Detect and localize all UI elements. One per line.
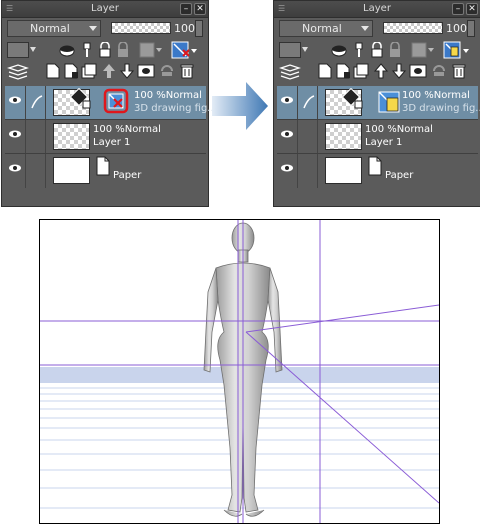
lock-icon[interactable]: [369, 42, 385, 58]
3d-figure-icon: [70, 88, 91, 109]
panel-titlebar[interactable]: ☰ Layer – ✕: [2, 1, 208, 18]
opacity-slider[interactable]: [111, 22, 171, 34]
layer-opacity-mode: 100 %Normal: [365, 124, 433, 135]
new-vector-layer-icon[interactable]: [63, 63, 79, 79]
layer-row-layer1[interactable]: 100 %Normal Layer 1: [5, 120, 206, 154]
new-folder-icon[interactable]: [81, 63, 97, 79]
lock-alpha-icon[interactable]: [115, 42, 131, 58]
layer-panel-before: ☰ Layer – ✕ Normal 100 100 %Normal 3D dr…: [1, 0, 217, 207]
right-arrow-icon: [212, 82, 268, 130]
close-icon[interactable]: ✕: [466, 3, 478, 15]
layer-row-3d-figure[interactable]: 100 %Normal 3D drawing fig...: [277, 86, 480, 120]
opacity-value[interactable]: 100: [174, 20, 195, 37]
merge-down-icon[interactable]: [119, 63, 135, 79]
ruler-3d-icon[interactable]: [377, 90, 401, 114]
ruler-icon[interactable]: [159, 63, 175, 79]
layer-row-paper[interactable]: Paper: [277, 154, 478, 188]
chevron-down-icon[interactable]: [302, 47, 308, 52]
merge-down-icon[interactable]: [391, 63, 407, 79]
opacity-value[interactable]: 100: [446, 20, 467, 37]
3d-figure-view[interactable]: [40, 220, 439, 523]
delete-icon[interactable]: [451, 63, 467, 79]
layer-stack-icon[interactable]: [7, 64, 29, 80]
pen-icon: [31, 95, 43, 109]
ruler-icon[interactable]: [431, 63, 447, 79]
paper-icon: [96, 156, 110, 176]
transfer-down-icon[interactable]: [101, 63, 117, 79]
blend-mode-select[interactable]: Normal: [279, 20, 373, 37]
chevron-down-icon: [361, 26, 369, 31]
new-raster-layer-icon[interactable]: [45, 63, 61, 79]
ruler-3d-icon[interactable]: [443, 41, 471, 59]
3d-figure-icon: [342, 88, 363, 109]
layer-row-layer1[interactable]: 100 %Normal Layer 1: [277, 120, 478, 154]
lock-alpha-icon[interactable]: [387, 42, 403, 58]
delete-icon[interactable]: [179, 63, 195, 79]
ruler-3d-icon[interactable]: [101, 86, 133, 118]
layer-thumbnail: [325, 123, 362, 150]
eye-icon[interactable]: [281, 130, 293, 138]
blend-mode-value: Normal: [30, 22, 70, 35]
mask-icon[interactable]: [331, 42, 347, 58]
opacity-slider[interactable]: [383, 22, 443, 34]
eye-icon[interactable]: [281, 164, 293, 172]
lock-icon[interactable]: [97, 42, 113, 58]
layer-row-3d-figure[interactable]: 100 %Normal 3D drawing fig...: [5, 86, 217, 120]
new-folder-icon[interactable]: [353, 63, 369, 79]
eye-icon[interactable]: [9, 164, 21, 172]
mask-icon[interactable]: [59, 42, 75, 58]
layer-mask-icon[interactable]: [137, 63, 155, 79]
reference-icon[interactable]: [411, 42, 435, 58]
canvas-3d-figure[interactable]: [39, 219, 440, 524]
panel-title: Layer: [363, 3, 391, 14]
layer-color-icon[interactable]: [279, 42, 301, 58]
eye-icon[interactable]: [281, 96, 293, 104]
pin-icon[interactable]: [79, 42, 95, 58]
pin-icon[interactable]: [351, 42, 367, 58]
chevron-down-icon[interactable]: [30, 47, 36, 52]
transfer-down-icon[interactable]: [373, 63, 389, 79]
layer-stack-icon[interactable]: [279, 64, 301, 80]
reference-icon[interactable]: [139, 42, 163, 58]
layer-opacity-mode: 100 %Normal: [134, 90, 202, 101]
eye-icon[interactable]: [9, 96, 21, 104]
layer-name: Paper: [113, 170, 142, 181]
ruler-3d-icon[interactable]: [171, 41, 199, 59]
layer-panel-after: ☰ Layer – ✕ Normal 100 100 %Normal 3D dr…: [273, 0, 480, 207]
minimize-icon[interactable]: –: [180, 3, 192, 15]
layer-opacity-mode: 100 %Normal: [402, 90, 470, 101]
eye-icon[interactable]: [9, 130, 21, 138]
minimize-icon[interactable]: –: [452, 3, 464, 15]
layer-thumbnail: [53, 157, 90, 184]
chevron-down-icon: [89, 26, 97, 31]
close-icon[interactable]: ✕: [194, 3, 206, 15]
new-vector-layer-icon[interactable]: [335, 63, 351, 79]
panel-title: Layer: [91, 3, 119, 14]
layer-name: Layer 1: [365, 137, 403, 148]
opacity-spinner[interactable]: [195, 20, 203, 37]
layer-thumbnail: [325, 157, 362, 184]
blend-mode-value: Normal: [302, 22, 342, 35]
blend-mode-select[interactable]: Normal: [7, 20, 101, 37]
layer-name: Layer 1: [93, 137, 131, 148]
layer-color-icon[interactable]: [7, 42, 29, 58]
layer-thumbnail: [53, 123, 90, 150]
paper-icon: [368, 156, 382, 176]
new-raster-layer-icon[interactable]: [317, 63, 333, 79]
layer-name: 3D drawing fig...: [402, 103, 480, 114]
panel-titlebar[interactable]: ☰ Layer – ✕: [274, 1, 480, 18]
layer-mask-icon[interactable]: [409, 63, 427, 79]
opacity-spinner[interactable]: [467, 20, 475, 37]
layer-name: Paper: [385, 170, 414, 181]
layer-name: 3D drawing fig...: [134, 103, 217, 114]
layer-opacity-mode: 100 %Normal: [93, 124, 161, 135]
layer-row-paper[interactable]: Paper: [5, 154, 206, 188]
pen-icon: [303, 95, 315, 109]
